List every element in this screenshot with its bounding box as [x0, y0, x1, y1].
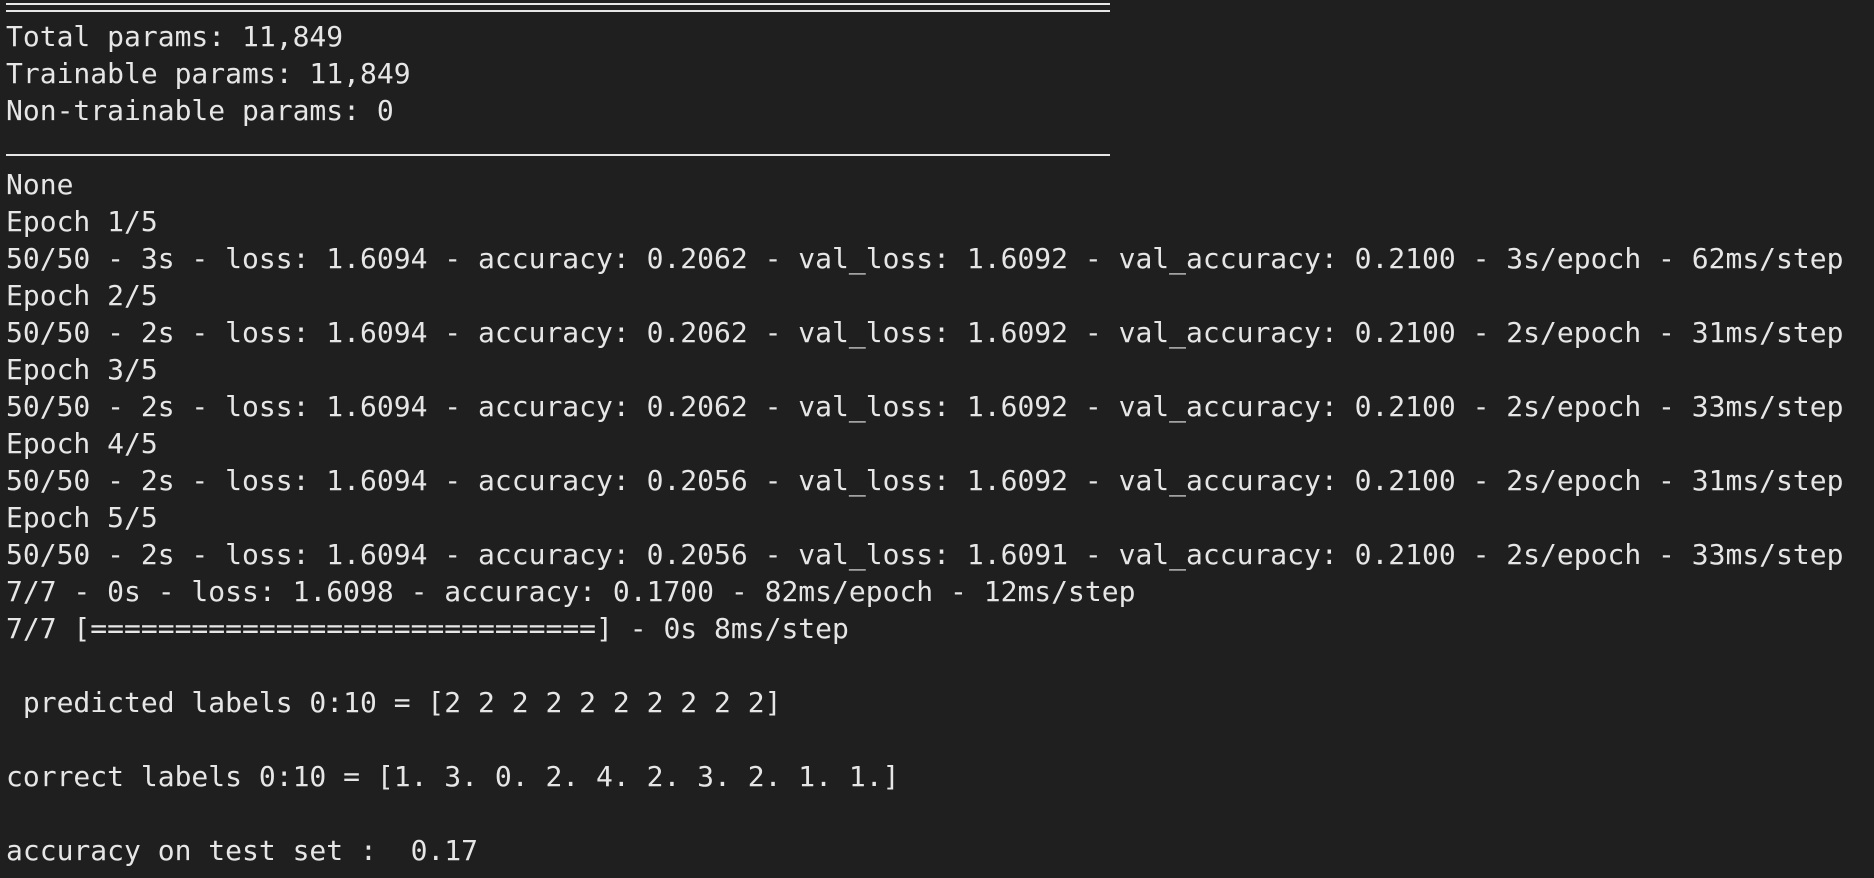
epoch-header: Epoch 4/5	[6, 427, 158, 460]
terminal-output: Total params: 11,849 Trainable params: 1…	[0, 0, 1874, 878]
epoch-header: Epoch 1/5	[6, 205, 158, 238]
epoch-header: Epoch 5/5	[6, 501, 158, 534]
epoch-header: Epoch 2/5	[6, 279, 158, 312]
epoch-log: 50/50 - 2s - loss: 1.6094 - accuracy: 0.…	[6, 538, 1844, 571]
single-rule-separator	[6, 129, 1110, 166]
predicted-labels-line: predicted labels 0:10 = [2 2 2 2 2 2 2 2…	[6, 686, 782, 719]
evaluate-output-line: 7/7 - 0s - loss: 1.6098 - accuracy: 0.17…	[6, 575, 1136, 608]
total-params-line: Total params: 11,849	[6, 20, 344, 53]
epoch-log: 50/50 - 3s - loss: 1.6094 - accuracy: 0.…	[6, 242, 1844, 275]
epoch-log: 50/50 - 2s - loss: 1.6094 - accuracy: 0.…	[6, 390, 1844, 423]
non-trainable-params-line: Non-trainable params: 0	[6, 94, 394, 127]
trainable-params-line: Trainable params: 11,849	[6, 57, 411, 90]
epoch-header: Epoch 3/5	[6, 353, 158, 386]
predict-progress-line: 7/7 [==============================] - 0…	[6, 612, 849, 645]
epoch-log: 50/50 - 2s - loss: 1.6094 - accuracy: 0.…	[6, 316, 1844, 349]
test-accuracy-line: accuracy on test set : 0.17	[6, 834, 479, 867]
correct-labels-line: correct labels 0:10 = [1. 3. 0. 2. 4. 2.…	[6, 760, 900, 793]
double-rule-separator	[6, 0, 1110, 18]
epoch-log: 50/50 - 2s - loss: 1.6094 - accuracy: 0.…	[6, 464, 1844, 497]
none-output-line: None	[6, 168, 74, 201]
